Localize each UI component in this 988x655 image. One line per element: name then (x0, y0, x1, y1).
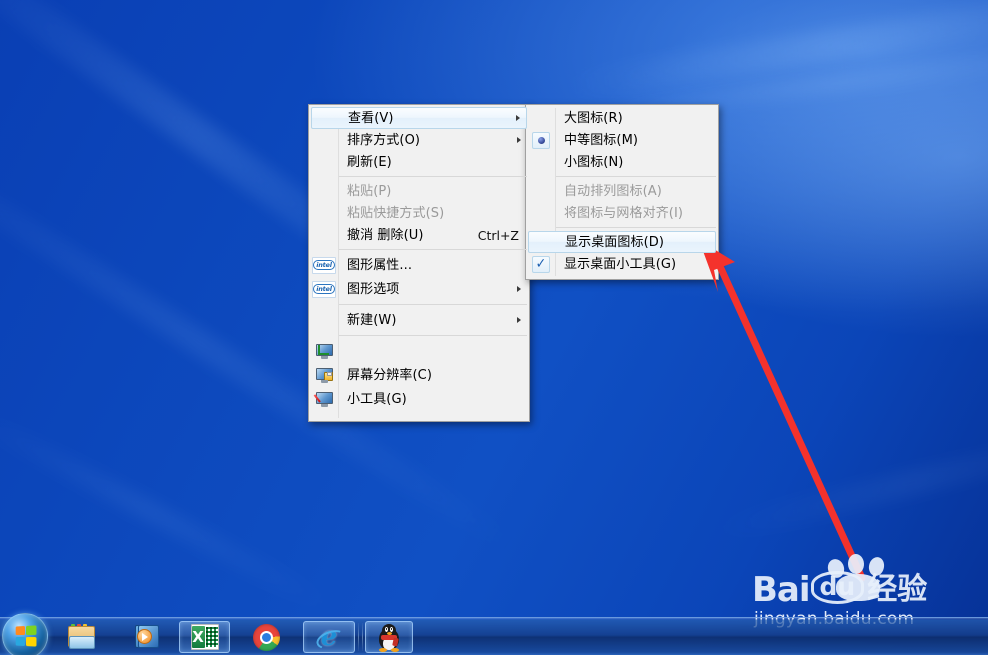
menu-item-label: 粘贴快捷方式(S) (347, 205, 445, 221)
chrome-icon (252, 623, 280, 651)
taskbar-qq[interactable] (365, 621, 413, 653)
menu-item-label: 图形选项 (347, 281, 400, 297)
taskbar-chrome[interactable] (244, 621, 288, 653)
taskbar-divider (358, 623, 359, 651)
qq-penguin-icon (377, 623, 401, 652)
intel-icon: intel (311, 279, 337, 299)
desktop-context-menu[interactable]: 查看(V) 排序方式(O) 刷新(E) 粘贴(P) 粘贴快捷方式(S) 撤消 删… (308, 104, 530, 422)
menu-item-paste: 粘贴(P) (311, 180, 527, 202)
submenu-item-small-icons[interactable]: 小图标(N) (528, 151, 716, 173)
wallpaper-light-streak (0, 402, 341, 620)
windows-logo-icon (15, 625, 37, 647)
excel-icon: X (190, 624, 219, 650)
desktop-screen: 查看(V) 排序方式(O) 刷新(E) 粘贴(P) 粘贴快捷方式(S) 撤消 删… (0, 0, 988, 655)
menu-item-label: 新建(W) (347, 312, 397, 328)
taskbar-divider (362, 623, 363, 651)
menu-item-icon-none (311, 152, 337, 172)
folder-icon (67, 624, 97, 650)
menu-item-label: 刷新(E) (347, 154, 392, 170)
menu-item-graphics-options[interactable]: intel 图形选项 (311, 277, 527, 301)
start-button[interactable] (2, 613, 48, 655)
submenu-item-mark-none (528, 108, 554, 128)
menu-item-label: 小工具(G) (347, 391, 407, 407)
submenu-item-medium-icons[interactable]: 中等图标(M) (528, 129, 716, 151)
menu-separator (339, 176, 527, 177)
menu-item-icon-none (311, 203, 337, 223)
menu-separator (339, 335, 527, 336)
menu-item-personalize[interactable]: 小工具(G) (311, 387, 527, 411)
monitor-icon (311, 341, 337, 361)
menu-item-icon-none (311, 310, 337, 330)
submenu-item-show-desktop-icons[interactable]: 显示桌面图标(D) (528, 231, 716, 253)
ie-icon: e (314, 622, 348, 653)
menu-item-icon-none (311, 130, 337, 150)
menu-item-graphics-properties[interactable]: intel 图形属性... (311, 253, 527, 277)
chevron-right-icon (517, 137, 521, 143)
submenu-item-label: 小图标(N) (564, 154, 624, 170)
media-player-icon (133, 624, 161, 650)
submenu-item-label: 中等图标(M) (564, 132, 639, 148)
intel-icon: intel (311, 255, 337, 275)
submenu-item-label: 显示桌面图标(D) (565, 234, 665, 250)
submenu-item-mark-none (529, 232, 555, 252)
menu-item-refresh[interactable]: 刷新(E) (311, 151, 527, 173)
checkmark-icon: ✓ (528, 254, 554, 274)
taskbar-ie[interactable]: e (303, 621, 355, 653)
menu-item-label: 撤消 删除(U) (347, 227, 424, 243)
submenu-item-show-desktop-gadgets[interactable]: ✓ 显示桌面小工具(G) (528, 253, 716, 275)
menu-item-label: 图形属性... (347, 257, 413, 273)
submenu-item-label: 显示桌面小工具(G) (564, 256, 677, 272)
menu-item-paste-shortcut: 粘贴快捷方式(S) (311, 202, 527, 224)
paint-icon (311, 389, 337, 409)
submenu-item-label: 自动排列图标(A) (564, 183, 662, 199)
menu-item-label: 排序方式(O) (347, 132, 421, 148)
menu-item-sort-by[interactable]: 排序方式(O) (311, 129, 527, 151)
chevron-right-icon (517, 286, 521, 292)
submenu-item-mark-none (528, 203, 554, 223)
submenu-item-align-to-grid: 将图标与网格对齐(I) (528, 202, 716, 224)
menu-separator (339, 304, 527, 305)
menu-item-new[interactable]: 新建(W) (311, 308, 527, 332)
menu-item-icon-none (312, 108, 338, 128)
taskbar[interactable]: X e (0, 613, 988, 655)
menu-item-label: 查看(V) (348, 110, 394, 126)
menu-separator (339, 249, 527, 250)
chevron-right-icon (516, 115, 520, 121)
menu-item-icon-none (311, 225, 337, 245)
menu-item-undo-delete[interactable]: 撤消 删除(U) Ctrl+Z (311, 224, 527, 246)
menu-item-icon-none (311, 181, 337, 201)
view-submenu[interactable]: 大图标(R) 中等图标(M) 小图标(N) 自动排列图标(A) 将图标与网格对齐… (525, 104, 719, 280)
menu-item-view[interactable]: 查看(V) (311, 107, 527, 129)
gadget-icon (311, 365, 337, 385)
wallpaper-light-streak (560, 0, 988, 103)
menu-item-shortcut: Ctrl+Z (477, 227, 519, 243)
wallpaper-light-streak (703, 419, 988, 547)
submenu-separator (556, 176, 716, 177)
submenu-item-label: 大图标(R) (564, 110, 623, 126)
submenu-item-mark-none (528, 152, 554, 172)
menu-item-label: 屏幕分辨率(C) (347, 367, 433, 383)
taskbar-wmp[interactable] (125, 621, 169, 653)
chevron-right-icon (517, 317, 521, 323)
radio-selected-icon (528, 130, 554, 150)
submenu-item-auto-arrange: 自动排列图标(A) (528, 180, 716, 202)
submenu-item-large-icons[interactable]: 大图标(R) (528, 107, 716, 129)
menu-item-label: 粘贴(P) (347, 183, 392, 199)
submenu-item-label: 将图标与网格对齐(I) (564, 205, 684, 221)
taskbar-explorer[interactable] (60, 621, 104, 653)
submenu-separator (556, 227, 716, 228)
taskbar-excel[interactable]: X (179, 621, 230, 653)
menu-item-screen-resolution[interactable] (311, 339, 527, 363)
menu-item-gadgets[interactable]: 屏幕分辨率(C) (311, 363, 527, 387)
submenu-item-mark-none (528, 181, 554, 201)
